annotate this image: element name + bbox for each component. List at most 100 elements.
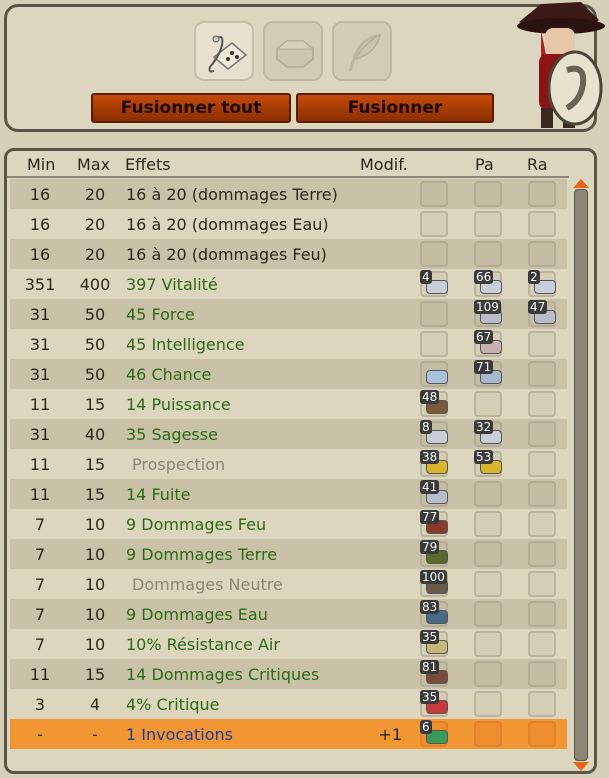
table-row[interactable]: 31 50 46 Chance 71 <box>10 359 567 389</box>
scroll-track[interactable] <box>574 189 588 761</box>
rune-icon[interactable]: 41 <box>420 480 450 508</box>
rune-icon[interactable]: 77 <box>420 510 450 538</box>
pa-rune-slot[interactable] <box>474 481 502 507</box>
table-row[interactable]: 31 40 35 Sagesse 8 32 <box>10 419 567 449</box>
ra-rune-slot[interactable] <box>528 511 556 537</box>
rune-icon[interactable]: 71 <box>474 360 504 388</box>
rune-icon[interactable]: 35 <box>420 630 450 658</box>
table-row[interactable]: 16 20 16 à 20 (dommages Terre) <box>10 179 567 209</box>
table-row[interactable]: 7 10 9 Dommages Terre 79 <box>10 539 567 569</box>
rune-icon[interactable]: 66 <box>474 270 504 298</box>
table-row[interactable]: 16 20 16 à 20 (dommages Eau) <box>10 209 567 239</box>
cell-min: 7 <box>34 605 46 624</box>
pa-rune-slot[interactable] <box>474 691 502 717</box>
scroll-up-arrow-icon[interactable] <box>573 179 589 188</box>
rune-icon[interactable]: 8 <box>420 420 450 448</box>
header-pa: Pa <box>475 155 494 174</box>
pa-rune-slot[interactable] <box>474 721 502 747</box>
table-row[interactable]: 7 10 9 Dommages Eau 83 <box>10 599 567 629</box>
rune-icon[interactable]: 4 <box>420 270 450 298</box>
rune-icon[interactable]: 67 <box>474 330 504 358</box>
rune-icon[interactable]: 35 <box>420 690 450 718</box>
header-divider <box>7 176 569 178</box>
merge-button[interactable]: Fusionner <box>296 93 494 123</box>
ra-rune-slot[interactable] <box>528 571 556 597</box>
merge-all-button[interactable]: Fusionner tout <box>91 93 291 123</box>
rune-tool-slot[interactable] <box>194 21 254 81</box>
scrollbar[interactable] <box>571 179 591 771</box>
table-row[interactable]: 7 10 10% Résistance Air 35 <box>10 629 567 659</box>
pa-rune-slot[interactable] <box>474 241 502 267</box>
ra-rune-slot[interactable] <box>528 451 556 477</box>
cell-effect: 14 Puissance <box>126 395 231 414</box>
table-row[interactable]: 31 50 45 Intelligence 67 <box>10 329 567 359</box>
pa-rune-slot[interactable] <box>474 181 502 207</box>
ra-rune-slot[interactable] <box>528 481 556 507</box>
rune-icon[interactable]: 83 <box>420 600 450 628</box>
ra-rune-slot[interactable] <box>528 631 556 657</box>
modif-rune-slot[interactable] <box>420 181 448 207</box>
table-row[interactable]: 351 400 397 Vitalité 4 66 2 <box>10 269 567 299</box>
table-row[interactable]: 31 50 45 Force 109 47 <box>10 299 567 329</box>
pa-rune-slot[interactable] <box>474 661 502 687</box>
pa-rune-slot[interactable] <box>474 631 502 657</box>
rune-icon[interactable] <box>420 360 450 388</box>
pa-rune-slot[interactable] <box>474 571 502 597</box>
table-header: Min Max Effets Modif. Pa Ra <box>7 151 562 177</box>
rune-icon[interactable]: 79 <box>420 540 450 568</box>
cell-min: 16 <box>29 245 51 264</box>
cell-max: 20 <box>84 185 106 204</box>
table-row[interactable]: 11 15 14 Fuite 41 <box>10 479 567 509</box>
rune-count: 41 <box>420 480 440 494</box>
ra-rune-slot[interactable] <box>528 421 556 447</box>
rune-icon[interactable]: 38 <box>420 450 450 478</box>
rune-icon[interactable]: 100 <box>420 570 450 598</box>
modif-rune-slot[interactable] <box>420 241 448 267</box>
rune-icon[interactable]: 6 <box>420 720 450 748</box>
ra-rune-slot[interactable] <box>528 241 556 267</box>
ra-rune-slot[interactable] <box>528 721 556 747</box>
ra-rune-slot[interactable] <box>528 361 556 387</box>
rune-icon[interactable]: 109 <box>474 300 504 328</box>
ra-rune-slot[interactable] <box>528 601 556 627</box>
pa-rune-slot[interactable] <box>474 601 502 627</box>
ra-rune-slot[interactable] <box>528 181 556 207</box>
ra-rune-slot[interactable] <box>528 211 556 237</box>
cell-max: 50 <box>84 305 106 324</box>
rune-icon[interactable]: 48 <box>420 390 450 418</box>
rune-icon[interactable]: 32 <box>474 420 504 448</box>
ra-rune-slot[interactable] <box>528 391 556 417</box>
cell-max: 15 <box>84 395 106 414</box>
table-row[interactable]: 11 15 14 Dommages Critiques 81 <box>10 659 567 689</box>
table-row[interactable]: 3 4 4% Critique 35 <box>10 689 567 719</box>
table-row[interactable]: - - 1 Invocations +1 6 <box>10 719 567 749</box>
table-row[interactable]: 11 15 Prospection 38 53 <box>10 449 567 479</box>
cell-max: 15 <box>84 485 106 504</box>
rune-icon[interactable]: 81 <box>420 660 450 688</box>
feather-tool-slot[interactable] <box>332 21 392 81</box>
rune-icon[interactable]: 47 <box>528 300 558 328</box>
ra-rune-slot[interactable] <box>528 541 556 567</box>
pa-rune-slot[interactable] <box>474 541 502 567</box>
rune-icon[interactable]: 53 <box>474 450 504 478</box>
modif-rune-slot[interactable] <box>420 211 448 237</box>
pa-rune-slot[interactable] <box>474 391 502 417</box>
rune-count: 4 <box>420 270 432 284</box>
modif-rune-slot[interactable] <box>420 331 448 357</box>
rune-icon[interactable]: 2 <box>528 270 558 298</box>
ra-rune-slot[interactable] <box>528 331 556 357</box>
pa-rune-slot[interactable] <box>474 511 502 537</box>
pa-rune-slot[interactable] <box>474 211 502 237</box>
rune-count: 2 <box>528 270 540 284</box>
table-row[interactable]: 7 10 9 Dommages Feu 77 <box>10 509 567 539</box>
scroll-down-arrow-icon[interactable] <box>573 762 589 771</box>
ra-rune-slot[interactable] <box>528 691 556 717</box>
rune-count: 71 <box>474 360 494 374</box>
table-row[interactable]: 7 10 Dommages Neutre 100 <box>10 569 567 599</box>
table-row[interactable]: 16 20 16 à 20 (dommages Feu) <box>10 239 567 269</box>
table-row[interactable]: 11 15 14 Puissance 48 <box>10 389 567 419</box>
octagon-tool-slot[interactable] <box>263 21 323 81</box>
modif-rune-slot[interactable] <box>420 301 448 327</box>
cell-effect: 1 Invocations <box>126 725 233 744</box>
ra-rune-slot[interactable] <box>528 661 556 687</box>
